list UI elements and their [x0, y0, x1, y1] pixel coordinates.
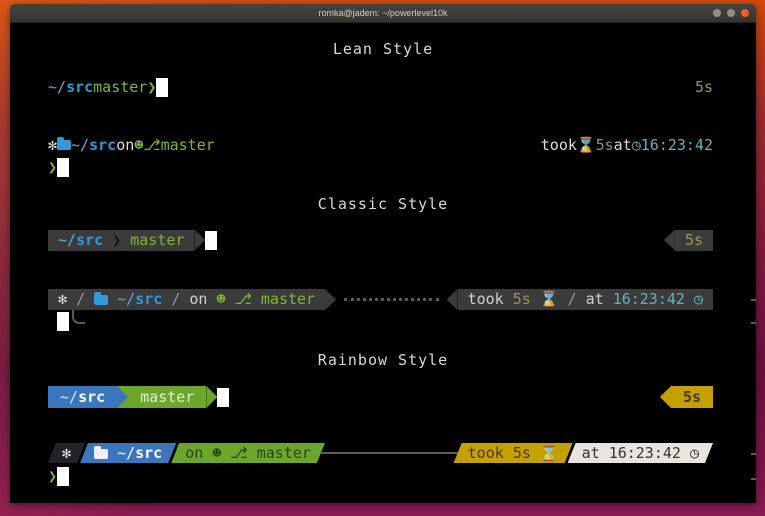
github-icon: ☻ [134, 135, 143, 156]
clock-icon: ◷ [694, 290, 703, 308]
dir-prefix: ~/ [48, 77, 66, 98]
at-label: at [582, 444, 600, 462]
cmd-duration: 5s [513, 444, 531, 462]
connector-dots [344, 298, 438, 301]
git-branch: master [161, 135, 215, 156]
took-label: took [468, 444, 504, 462]
classic-prompt-full-line1: ✻ / ~/src / on ☻ ⎇ master took 5s ⌛ / at … [48, 289, 713, 310]
prompt-chevron: ❯ [147, 77, 156, 98]
os-icon: ✻ [58, 290, 67, 308]
lean-prompt-short: ~/src master ❯ 5s [48, 76, 713, 98]
minimize-button[interactable] [713, 9, 721, 17]
powerline-segment: took 5s ⌛ / at 16:23:42 ◷ [458, 289, 713, 310]
on-label: on [116, 135, 134, 156]
prompt-frame-right [751, 453, 756, 480]
prompt-chevron: ❯ [48, 157, 57, 178]
branch-segment: master [128, 386, 206, 408]
time-segment: at 16:23:42 ◷ [568, 443, 713, 463]
cmd-duration: 5s [596, 135, 614, 156]
folder-icon [94, 295, 108, 305]
lean-prompt-full-line2: ❯ [48, 156, 713, 178]
powerline-arrow-icon [664, 230, 675, 251]
folder-icon [57, 140, 71, 150]
branch-icon: ⎇ [143, 135, 160, 156]
current-dir: src [66, 77, 93, 98]
timestamp: 16:23:42 [613, 290, 685, 308]
titlebar[interactable]: romka@jadem: ~/powerlevel10k [10, 4, 756, 23]
dir-prefix: ~/ [71, 135, 89, 156]
clock-icon: ◷ [690, 444, 699, 462]
classic-prompt-short: ~/src ❯ master 5s [48, 229, 713, 251]
branch-icon: ⎇ [230, 444, 247, 462]
git-segment: on ☻ ⎇ master [171, 443, 325, 463]
on-label: on [189, 290, 207, 308]
hourglass-icon: ⌛ [540, 444, 559, 462]
clock-icon: ◷ [632, 135, 641, 156]
hourglass-icon: ⌛ [577, 135, 596, 156]
os-icon: ✻ [62, 444, 71, 462]
hourglass-icon: ⌛ [540, 290, 559, 308]
duration-segment: 5s [675, 230, 713, 251]
rainbow-prompt-short: ~/src master 5s [48, 386, 713, 408]
powerline-arrow-icon [325, 289, 336, 310]
git-branch: master [261, 290, 315, 308]
lean-prompt-full-line1: ✻ ~/src on ☻ ⎇ master took ⌛ 5s at ◷ 16:… [48, 134, 713, 156]
window-controls [713, 9, 749, 17]
text-cursor [57, 467, 69, 486]
prompt-frame-right [751, 299, 756, 324]
powerline-arrow-icon [206, 386, 217, 408]
segment-separator-icon: ❯ [112, 231, 121, 249]
git-branch: master [93, 77, 147, 98]
current-dir: src [89, 135, 116, 156]
close-button[interactable] [741, 9, 749, 17]
desktop: romka@jadem: ~/powerlevel10k Lean Style … [0, 0, 765, 516]
cmd-duration: 5s [695, 77, 713, 98]
text-cursor [217, 388, 229, 407]
github-icon: ☻ [212, 444, 221, 462]
folder-icon [94, 449, 108, 459]
took-label: took [468, 290, 504, 308]
duration-segment: 5s [671, 386, 713, 408]
text-cursor [57, 158, 69, 177]
section-heading-lean: Lean Style [10, 39, 756, 60]
dir-segment: ~/src [80, 443, 176, 463]
duration-segment: took 5s ⌛ [454, 443, 573, 463]
powerline-arrow-icon [447, 289, 458, 310]
os-icon: ✻ [48, 135, 57, 156]
maximize-button[interactable] [727, 9, 735, 17]
on-label: on [185, 444, 203, 462]
branch-icon: ⎇ [235, 290, 252, 308]
window-title: romka@jadem: ~/powerlevel10k [319, 8, 448, 18]
at-label: at [586, 290, 604, 308]
text-cursor [57, 312, 69, 331]
terminal-window: romka@jadem: ~/powerlevel10k Lean Style … [10, 4, 756, 503]
os-segment: ✻ [48, 443, 85, 463]
git-branch: master [130, 231, 184, 249]
powerline-arrow-icon [194, 230, 205, 251]
section-heading-classic: Classic Style [10, 194, 756, 215]
rainbow-prompt-full-line1: ✻ ~/srcon ☻ ⎇ mastertook 5s ⌛at 16:23:42… [48, 443, 713, 463]
timestamp: 16:23:42 [641, 135, 713, 156]
section-heading-rainbow: Rainbow Style [10, 350, 756, 371]
text-cursor [205, 231, 217, 250]
classic-prompt-full-line2 [48, 310, 713, 332]
terminal-screen[interactable]: Lean Style ~/src master ❯ 5s ✻ ~/src on … [10, 23, 756, 503]
timestamp: 16:23:42 [609, 444, 681, 462]
connector-line [321, 452, 463, 454]
prompt-chevron: ❯ [48, 466, 57, 487]
powerline-segment: ~/src ❯ master [48, 230, 194, 251]
took-label: took [541, 135, 577, 156]
git-branch: master [257, 444, 311, 462]
github-icon: ☻ [217, 290, 226, 308]
at-label: at [614, 135, 632, 156]
rainbow-prompt-full-line2: ❯ [48, 465, 713, 487]
powerline-arrow-icon [117, 386, 128, 408]
powerline-segment: ✻ / ~/src / on ☻ ⎇ master [48, 289, 325, 310]
text-cursor [156, 78, 168, 97]
dir-segment: ~/src [48, 386, 117, 408]
cmd-duration: 5s [513, 290, 531, 308]
powerline-arrow-icon [660, 386, 671, 408]
